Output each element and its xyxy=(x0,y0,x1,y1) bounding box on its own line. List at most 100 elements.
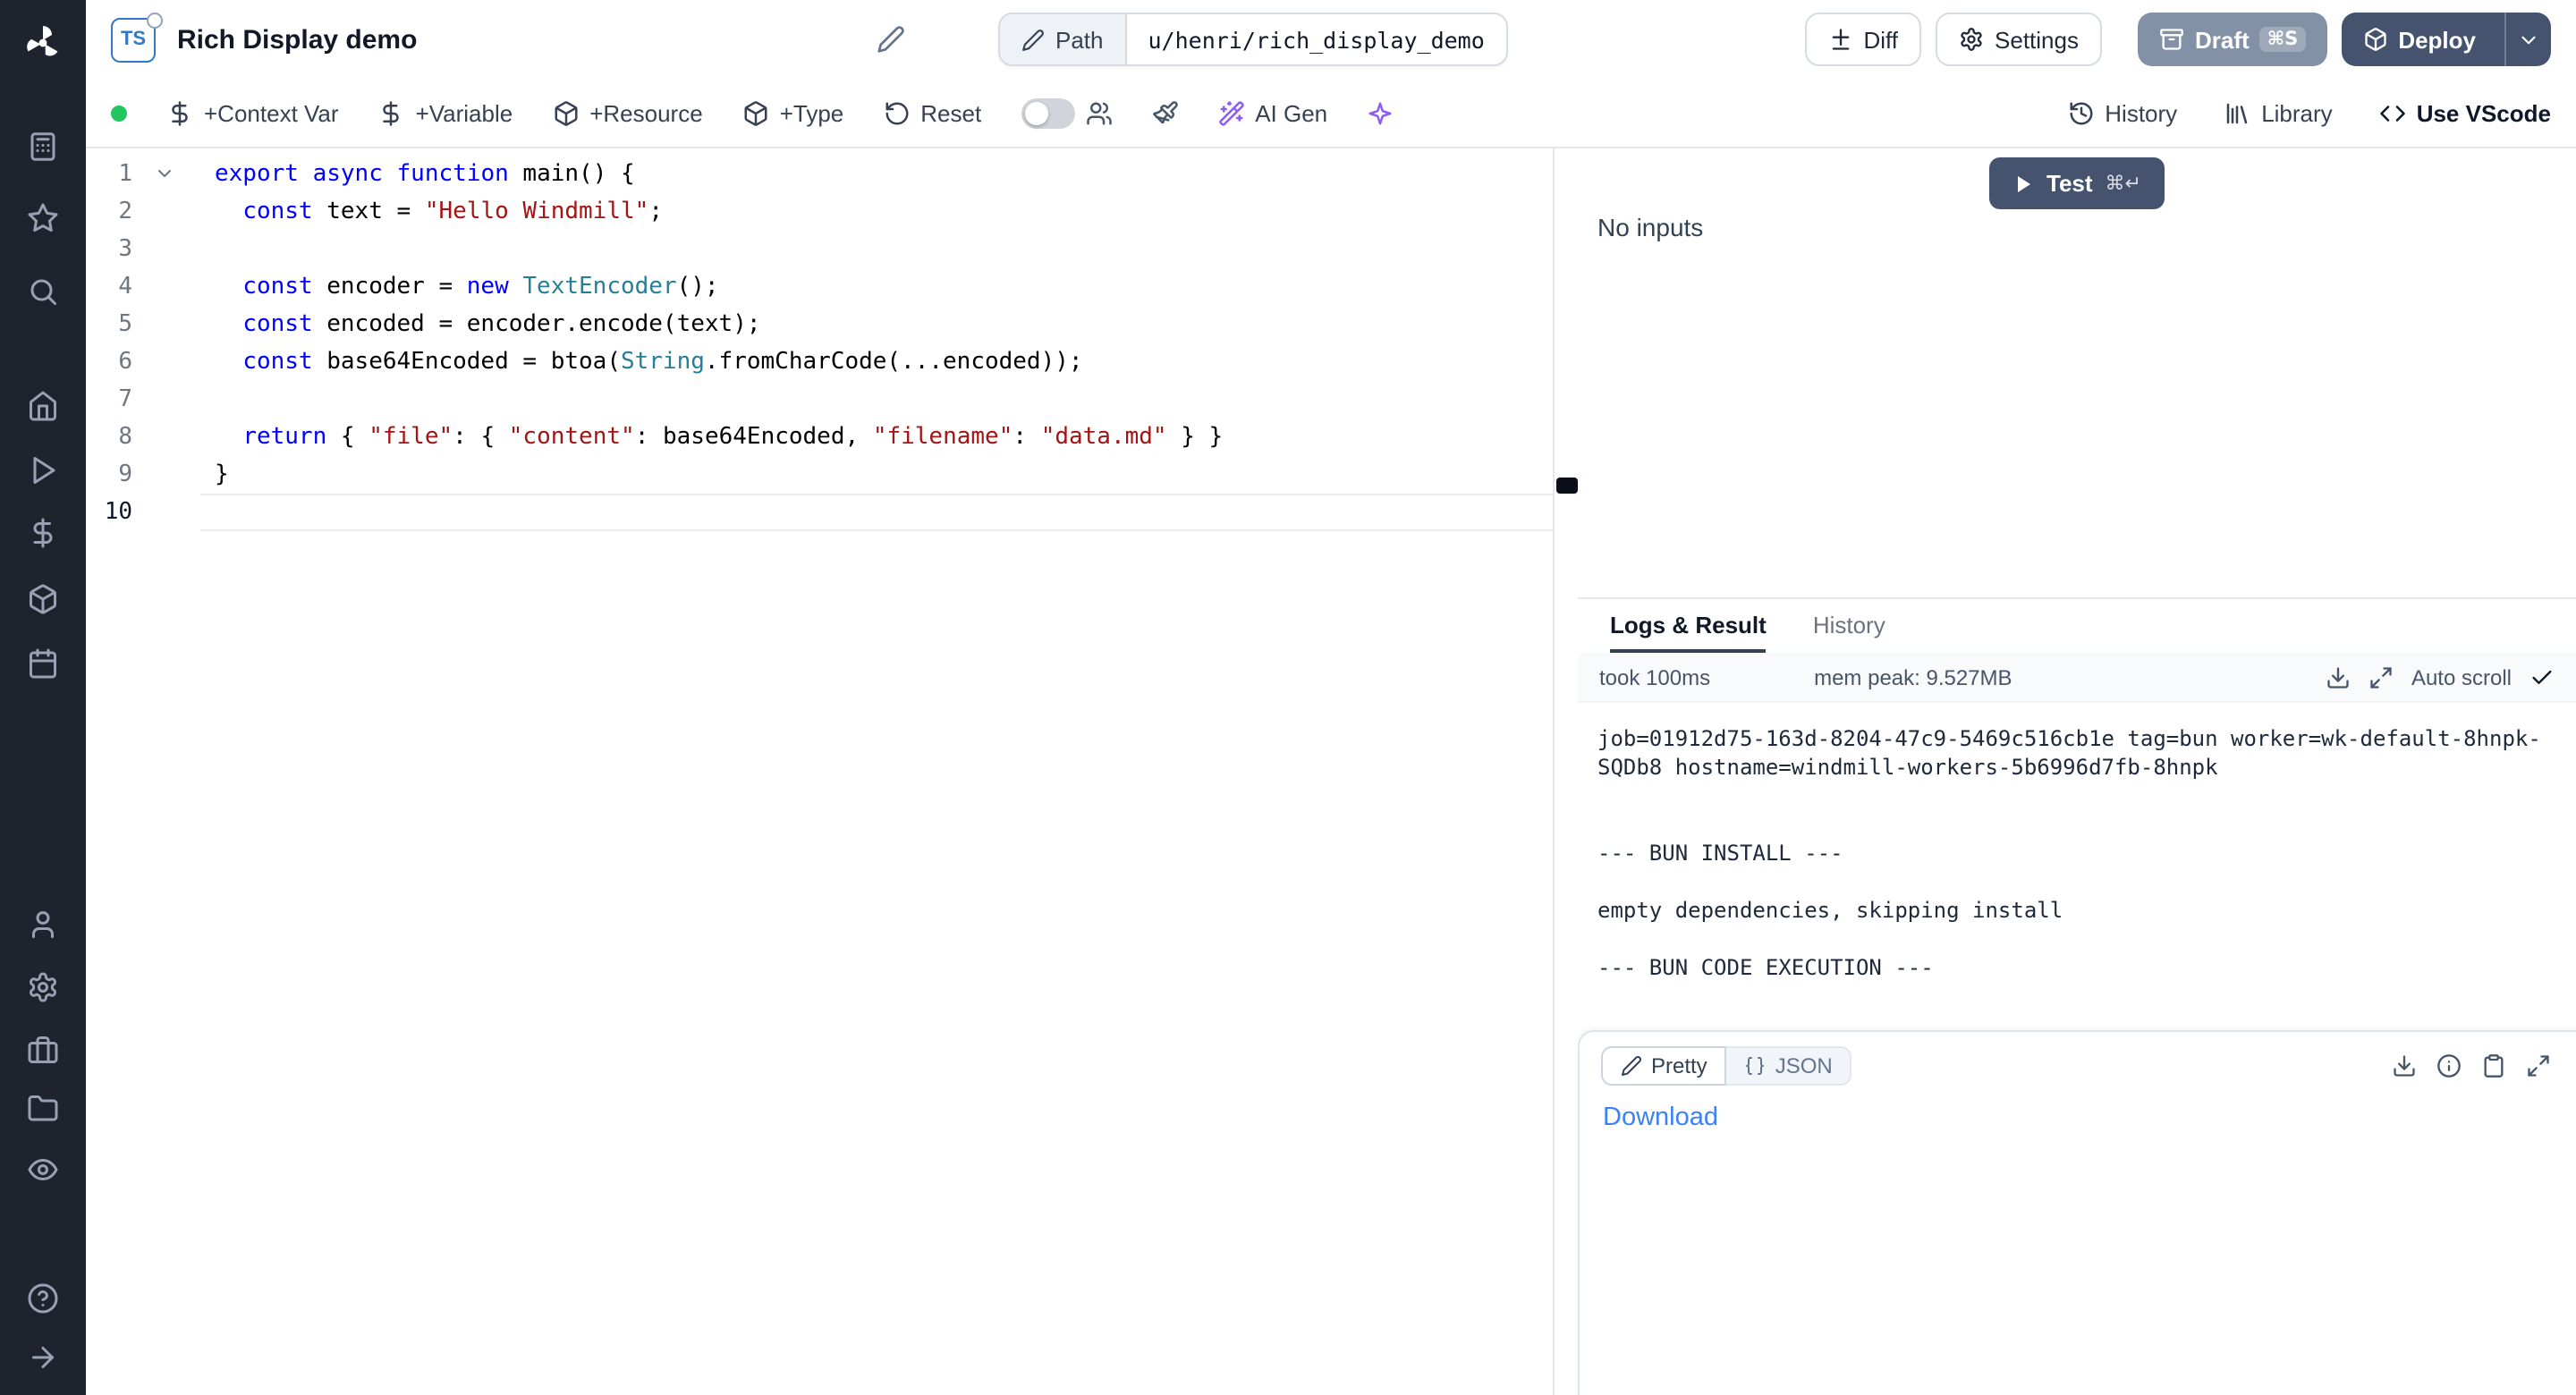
settings-label: Settings xyxy=(1995,26,2079,53)
run-panel: No inputs Test ⌘↵ Logs & Result History … xyxy=(1578,148,2576,1395)
deploy-label: Deploy xyxy=(2398,26,2476,53)
windmill-script-editor: TS Rich Display demo Path u/henri/rich_d… xyxy=(0,0,2576,1395)
toggle-switch[interactable] xyxy=(1021,97,1074,128)
json-label: JSON xyxy=(1775,1053,1833,1078)
sidebar-item-settings[interactable] xyxy=(0,971,86,1003)
archive-icon xyxy=(2159,27,2184,52)
settings-button[interactable]: Settings xyxy=(1936,13,2102,66)
wand-icon xyxy=(1217,99,1244,126)
sparkles-icon[interactable] xyxy=(1367,99,1394,126)
sidebar-item-users[interactable] xyxy=(0,909,86,941)
pretty-toggle-button[interactable]: Pretty xyxy=(1601,1046,1727,1086)
add-context-var-button[interactable]: +Context Var xyxy=(166,99,339,126)
deploy-button[interactable]: Deploy xyxy=(2341,13,2551,66)
diff-label: Diff xyxy=(1864,26,1899,53)
path-label[interactable]: Path xyxy=(1000,14,1127,64)
sidebar-item-workers[interactable] xyxy=(0,1034,86,1066)
format-code-icon[interactable] xyxy=(1151,99,1178,126)
history-icon xyxy=(2067,99,2094,126)
fold-icon[interactable] xyxy=(154,163,175,184)
main-area: TS Rich Display demo Path u/henri/rich_d… xyxy=(86,0,2576,1395)
header-actions: Diff Settings Draft ⌘S Deploy xyxy=(1805,13,2552,66)
log-actions: Auto scroll xyxy=(2326,664,2555,689)
pretty-label: Pretty xyxy=(1651,1053,1707,1078)
download-result-icon[interactable] xyxy=(2392,1053,2417,1078)
multiplayer-toggle[interactable] xyxy=(1021,97,1112,128)
chevron-down-icon xyxy=(2517,28,2540,51)
deploy-dropdown-button[interactable] xyxy=(2504,13,2551,66)
draft-button[interactable]: Draft ⌘S xyxy=(2138,13,2326,66)
code-editor[interactable]: 12345678910 export async function main()… xyxy=(86,148,1553,1395)
pen-icon xyxy=(1621,1055,1642,1077)
code-icon xyxy=(2379,99,2406,126)
status-dot xyxy=(111,105,127,121)
windmill-logo[interactable] xyxy=(0,21,86,64)
splitter-handle[interactable] xyxy=(1556,478,1578,494)
braces-icon xyxy=(1745,1055,1767,1077)
code-content[interactable]: export async function main() { const tex… xyxy=(215,156,1553,531)
result-actions xyxy=(2392,1053,2555,1078)
ai-gen-button[interactable]: AI Gen xyxy=(1217,99,1327,126)
sidebar-item-resources[interactable] xyxy=(0,583,86,615)
header: TS Rich Display demo Path u/henri/rich_d… xyxy=(86,0,2576,79)
library-icon xyxy=(2224,99,2250,126)
sidebar-item-home[interactable] xyxy=(0,390,86,422)
sidebar-item-runs[interactable] xyxy=(0,454,86,486)
diff-icon xyxy=(1828,27,1853,52)
sidebar-item-help[interactable] xyxy=(0,1282,86,1315)
run-status-bar: took 100ms mem peak: 9.527MB Auto scroll xyxy=(1578,653,2576,703)
package-icon xyxy=(2362,27,2387,52)
dollar-icon xyxy=(378,99,405,126)
download-logs-icon[interactable] xyxy=(2326,664,2351,689)
autoscroll-check-icon[interactable] xyxy=(2529,664,2555,689)
duration-text: took 100ms xyxy=(1599,664,1710,689)
edit-summary-icon[interactable] xyxy=(877,25,905,54)
add-variable-button[interactable]: +Variable xyxy=(378,99,513,126)
deploy-main-button[interactable]: Deploy xyxy=(2341,13,2494,66)
result-tabs: Logs & Result History xyxy=(1578,599,2576,653)
path-value[interactable]: u/henri/rich_display_demo xyxy=(1127,14,1506,64)
json-toggle-button[interactable]: JSON xyxy=(1727,1046,1852,1086)
sidebar-expand-button[interactable] xyxy=(0,1341,86,1374)
sidebar-item-schedules[interactable] xyxy=(0,647,86,680)
expand-logs-icon[interactable] xyxy=(2368,664,2394,689)
path-label-text: Path xyxy=(1055,26,1104,53)
use-vscode-button[interactable]: Use VScode xyxy=(2379,99,2551,126)
result-toolbar: Pretty JSON xyxy=(1601,1046,2555,1086)
package-icon xyxy=(552,99,579,126)
panel-splitter[interactable] xyxy=(1553,148,1578,1395)
test-label: Test xyxy=(2046,170,2093,197)
autoscroll-label[interactable]: Auto scroll xyxy=(2411,664,2512,689)
toolbar-right: History Library Use VScode xyxy=(2067,99,2551,126)
copy-result-icon[interactable] xyxy=(2481,1053,2506,1078)
vscode-label: Use VScode xyxy=(2417,99,2551,126)
tab-history[interactable]: History xyxy=(1813,599,1885,653)
download-result-link[interactable]: Download xyxy=(1603,1103,1718,1132)
sidebar-item-audit-logs[interactable] xyxy=(0,1154,86,1186)
editor-toolbar: +Context Var +Variable +Resource +Type R… xyxy=(86,79,2576,148)
sidebar-item-variables[interactable] xyxy=(0,517,86,549)
sidebar-item-search[interactable] xyxy=(0,275,86,308)
library-button[interactable]: Library xyxy=(2224,99,2333,126)
reset-label: Reset xyxy=(920,99,981,126)
sidebar-item-folders[interactable] xyxy=(0,1093,86,1125)
reset-button[interactable]: Reset xyxy=(883,99,981,126)
add-resource-button[interactable]: +Resource xyxy=(552,99,702,126)
draft-label: Draft xyxy=(2195,26,2250,53)
test-button[interactable]: Test ⌘↵ xyxy=(1989,157,2165,209)
editor-gutter: 12345678910 xyxy=(86,156,132,531)
package-icon xyxy=(742,99,769,126)
dollar-icon xyxy=(166,99,193,126)
expand-result-icon[interactable] xyxy=(2526,1053,2551,1078)
diff-button[interactable]: Diff xyxy=(1805,13,1922,66)
sidebar-item-apps[interactable] xyxy=(0,131,86,163)
path-control[interactable]: Path u/henri/rich_display_demo xyxy=(998,13,1508,66)
ai-gen-label: AI Gen xyxy=(1255,99,1327,126)
tab-logs-result[interactable]: Logs & Result xyxy=(1610,599,1767,653)
sidebar-item-favorites[interactable] xyxy=(0,202,86,234)
history-label: History xyxy=(2105,99,2177,126)
history-button[interactable]: History xyxy=(2067,99,2177,126)
info-icon[interactable] xyxy=(2436,1053,2462,1078)
gear-icon xyxy=(1959,27,1984,52)
add-type-button[interactable]: +Type xyxy=(742,99,844,126)
